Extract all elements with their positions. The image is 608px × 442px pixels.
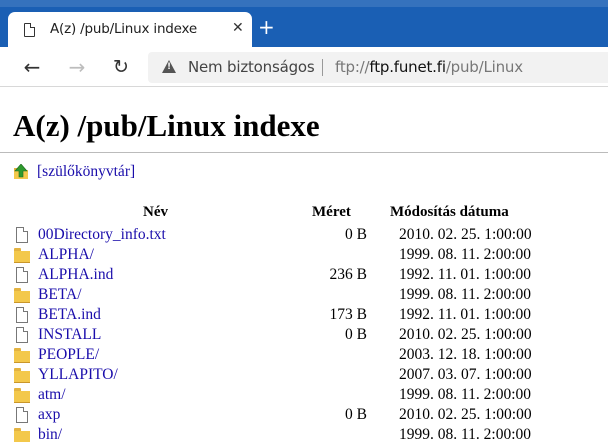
entry-size: 173 B (329, 306, 367, 323)
entry-link[interactable]: BETA/ (38, 286, 82, 304)
table-row: YLLAPITO/2007. 03. 07. 1:00:00 (0, 365, 608, 385)
table-row: BETA/1999. 08. 11. 2:00:00 (0, 285, 608, 305)
entry-link[interactable]: YLLAPITO/ (38, 366, 118, 384)
entry-link[interactable]: INSTALL (38, 326, 101, 344)
entry-date: 1992. 11. 01. 1:00:00 (399, 306, 532, 323)
tab-current[interactable]: A(z) /pub/Linux indexe ✕ (8, 12, 252, 47)
entry-date: 1999. 08. 11. 2:00:00 (399, 426, 532, 442)
folder-icon (14, 387, 30, 403)
warning-icon[interactable] (162, 60, 176, 73)
file-sheet (16, 327, 28, 343)
page-icon (24, 23, 35, 37)
forward-button[interactable]: → (63, 53, 91, 81)
entry-size: 0 B (345, 226, 367, 243)
folder-body (14, 351, 30, 363)
url-scheme: ftp:// (335, 58, 370, 76)
folder-body (14, 291, 30, 303)
file-sheet (16, 307, 28, 323)
url-path: /pub/Linux (445, 58, 523, 76)
entry-date: 1999. 08. 11. 2:00:00 (399, 386, 532, 403)
url-text[interactable]: ftp://ftp.funet.fi/pub/Linux (335, 58, 523, 76)
entry-link[interactable]: ALPHA/ (38, 246, 94, 264)
table-row: BETA.ind 173 B 1992. 11. 01. 1:00:00 (0, 305, 608, 325)
table-row: INSTALL 0 B 2010. 02. 25. 1:00:00 (0, 325, 608, 345)
page-title: A(z) /pub/Linux indexe (13, 108, 320, 143)
reload-button[interactable]: ↻ (107, 53, 135, 81)
titlebar-strip (0, 0, 608, 7)
file-icon (14, 407, 30, 423)
file-icon (14, 307, 30, 323)
close-icon[interactable]: ✕ (232, 20, 244, 36)
entry-link[interactable]: 00Directory_info.txt (38, 226, 166, 244)
folder-body (14, 251, 30, 263)
folder-body (14, 371, 30, 383)
entry-date: 2010. 02. 25. 1:00:00 (399, 326, 532, 343)
table-row: 00Directory_info.txt 0 B 2010. 02. 25. 1:0… (0, 225, 608, 245)
entry-date: 2010. 02. 25. 1:00:00 (399, 406, 532, 423)
table-row: atm/1999. 08. 11. 2:00:00 (0, 385, 608, 405)
folder-icon (14, 287, 30, 303)
parent-directory-link[interactable]: [szülőkönyvtár] (37, 163, 135, 181)
folder-body (14, 431, 30, 442)
url-separator (322, 59, 323, 76)
entry-date: 2003. 12. 18. 1:00:00 (399, 346, 532, 363)
file-icon (14, 267, 30, 283)
entry-link[interactable]: bin/ (38, 426, 62, 442)
table-row: bin/1999. 08. 11. 2:00:00 (0, 425, 608, 442)
up-arrow-icon (14, 164, 28, 179)
file-icon (14, 327, 30, 343)
title-divider (0, 152, 608, 153)
column-header-name[interactable]: Név (143, 204, 168, 221)
folder-icon (14, 247, 30, 263)
browser-toolbar: ← → ↻ Nem biztonságos ftp://ftp.funet.fi… (0, 47, 608, 87)
table-row: axp 0 B 2010. 02. 25. 1:00:00 (0, 405, 608, 425)
entry-date: 1999. 08. 11. 2:00:00 (399, 286, 532, 303)
url-host: ftp.funet.fi (369, 58, 446, 76)
security-label[interactable]: Nem biztonságos (188, 58, 315, 76)
entry-link[interactable]: ALPHA.ind (38, 266, 113, 284)
column-header-size[interactable]: Méret (312, 204, 351, 221)
entry-link[interactable]: atm/ (38, 386, 66, 404)
file-sheet (16, 407, 28, 423)
table-row: ALPHA.ind 236 B 1992. 11. 01. 1:00:00 (0, 265, 608, 285)
column-header-date[interactable]: Módosítás dátuma (390, 204, 509, 221)
entry-size: 236 B (329, 266, 367, 283)
entry-date: 2007. 03. 07. 1:00:00 (399, 366, 532, 383)
back-button[interactable]: ← (18, 53, 46, 81)
address-bar[interactable]: Nem biztonságos ftp://ftp.funet.fi/pub/L… (148, 52, 608, 83)
tab-title: A(z) /pub/Linux indexe (50, 21, 198, 37)
file-sheet (16, 227, 28, 243)
table-row: ALPHA/1999. 08. 11. 2:00:00 (0, 245, 608, 265)
entry-link[interactable]: PEOPLE/ (38, 346, 99, 364)
browser-titlebar: A(z) /pub/Linux indexe ✕ + (0, 0, 608, 47)
folder-icon (14, 347, 30, 363)
table-row: PEOPLE/2003. 12. 18. 1:00:00 (0, 345, 608, 365)
entry-size: 0 B (345, 406, 367, 423)
entry-date: 1999. 08. 11. 2:00:00 (399, 246, 532, 263)
entry-size: 0 B (345, 326, 367, 343)
entry-link[interactable]: axp (38, 406, 60, 424)
folder-icon (14, 367, 30, 383)
folder-body (14, 391, 30, 403)
page-content: A(z) /pub/Linux indexe [szülőkönyvtár] N… (0, 88, 608, 442)
file-icon (14, 227, 30, 243)
entry-date: 2010. 02. 25. 1:00:00 (399, 226, 532, 243)
file-sheet (16, 267, 28, 283)
folder-icon (14, 427, 30, 442)
entry-date: 1992. 11. 01. 1:00:00 (399, 266, 532, 283)
entry-link[interactable]: BETA.ind (38, 306, 101, 324)
new-tab-button[interactable]: + (258, 17, 275, 37)
